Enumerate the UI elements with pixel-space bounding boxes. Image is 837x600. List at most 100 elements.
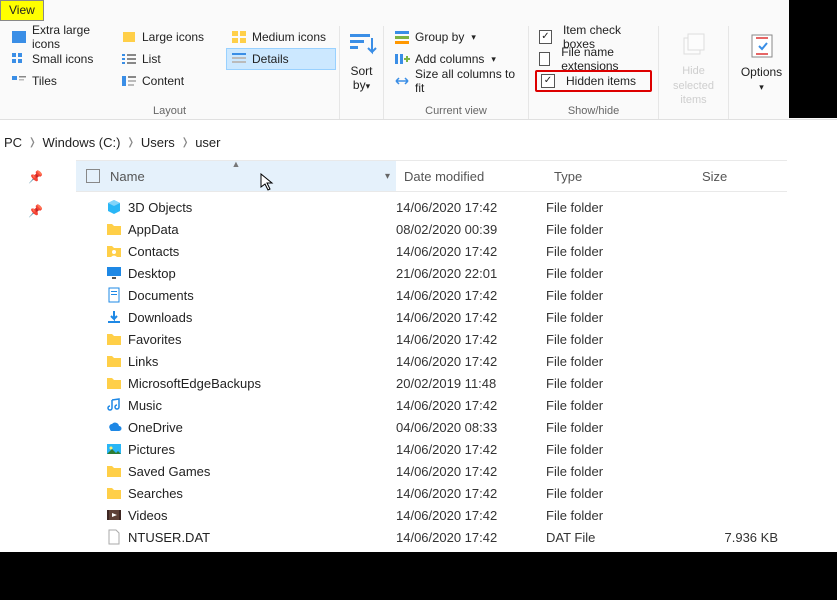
file-date: 14/06/2020 17:42 [396,288,546,303]
table-row[interactable]: Documents14/06/2020 17:42File folder [76,284,787,306]
table-row[interactable]: MicrosoftEdgeBackups20/02/2019 11:48File… [76,372,787,394]
layout-ct[interactable]: Content [116,70,226,92]
table-row[interactable]: AppData08/02/2020 00:39File folder [76,218,787,240]
file-date: 14/06/2020 17:42 [396,464,546,479]
pin-icon[interactable]: 📌 [28,204,43,218]
layout-dt[interactable]: Details [226,48,336,70]
layout-sm[interactable]: Small icons [6,48,116,70]
hide-selected-button: Hide selected items [659,26,729,119]
file-type: File folder [546,244,694,259]
table-row[interactable]: Favorites14/06/2020 17:42File folder [76,328,787,350]
table-row[interactable]: Desktop21/06/2020 22:01File folder [76,262,787,284]
options-icon [748,32,776,60]
pin-icon[interactable]: 📌 [28,170,43,184]
file-name: Links [128,354,158,369]
table-row[interactable]: Contacts 14/06/2020 17:42File folder [76,240,787,262]
file-list-area: Name ▲ ▾ Date modified Type Size 3D Obje… [76,160,787,548]
layout-sm-icon [11,52,27,66]
breadcrumb-item[interactable]: Windows (C:) [42,135,120,150]
ribbon-group-showhide: ✓ Item check boxes File name extensions … [529,26,659,119]
file-name: Videos [128,508,168,523]
size-all-icon [394,74,410,88]
ribbon-group-sort: Sort by▾ [340,26,384,119]
file-type: File folder [546,420,694,435]
layout-md[interactable]: Medium icons [226,26,336,48]
table-row[interactable]: Links14/06/2020 17:42File folder [76,350,787,372]
quick-access-pins: 📌 📌 [28,170,43,218]
table-row[interactable]: Music14/06/2020 17:42File folder [76,394,787,416]
file-date: 08/02/2020 00:39 [396,222,546,237]
breadcrumb-item[interactable]: PC [4,135,22,150]
layout-lg[interactable]: Large icons [116,26,226,48]
add-columns-icon [394,52,410,66]
select-all-checkbox[interactable] [86,169,100,183]
size-all-button[interactable]: Size all columns to fit [390,70,522,92]
chevron-right-icon[interactable]: ❭ [28,137,36,148]
column-header-name[interactable]: Name ▲ ▾ [76,161,396,191]
chevron-down-icon[interactable]: ▾ [385,171,390,182]
layout-ls[interactable]: List [116,48,226,70]
file-icon [106,375,122,391]
ribbon-group-layout: Extra large iconsLarge iconsMedium icons… [0,26,340,119]
file-name: NTUSER.DAT [128,530,210,545]
file-name: Documents [128,288,194,303]
file-type: File folder [546,332,694,347]
table-row[interactable]: Videos14/06/2020 17:42File folder [76,504,787,526]
column-header-size[interactable]: Size [694,161,784,191]
file-icon [106,309,122,325]
file-type: File folder [546,398,694,413]
file-icon [106,265,122,281]
layout-lg-icon [121,30,137,44]
column-header-date[interactable]: Date modified [396,161,546,191]
table-row[interactable]: Downloads14/06/2020 17:42File folder [76,306,787,328]
ribbon-group-label-layout: Layout [6,103,333,117]
file-name: 3D Objects [128,200,192,215]
file-name: AppData [128,222,179,237]
table-row[interactable]: Pictures14/06/2020 17:42File folder [76,438,787,460]
file-icon [106,199,122,215]
chevron-right-icon[interactable]: ❭ [126,137,134,148]
layout-tl[interactable]: Tiles [6,70,116,92]
table-row[interactable]: NTUSER.DAT14/06/2020 17:42DAT File7.936 … [76,526,787,548]
table-row[interactable]: 3D Objects14/06/2020 17:42File folder [76,196,787,218]
table-row[interactable]: Searches14/06/2020 17:42File folder [76,482,787,504]
ribbon-tab-view[interactable]: View [0,0,44,21]
table-row[interactable]: Saved Games14/06/2020 17:42File folder [76,460,787,482]
file-name: Searches [128,486,183,501]
layout-md-icon [231,30,247,44]
file-icon [106,397,122,413]
file-date: 14/06/2020 17:42 [396,244,546,259]
file-date: 14/06/2020 17:42 [396,332,546,347]
file-icon [106,287,122,303]
column-header-type[interactable]: Type [546,161,694,191]
group-by-button[interactable]: Group by▾ [390,26,522,48]
layout-ct-icon [121,74,137,88]
black-edge-right [789,0,837,118]
hide-selected-icon [680,32,708,60]
file-date: 20/02/2019 11:48 [396,376,546,391]
file-type: File folder [546,310,694,325]
options-button[interactable]: Options▾ [729,26,794,119]
sort-icon [346,30,378,62]
file-name: MicrosoftEdgeBackups [128,376,261,391]
ribbon: Extra large iconsLarge iconsMedium icons… [0,0,837,120]
file-name-extensions-toggle[interactable]: File name extensions [535,48,652,70]
layout-xl[interactable]: Extra large icons [6,26,116,48]
table-row[interactable]: OneDrive04/06/2020 08:33File folder [76,416,787,438]
file-name: Contacts [128,244,179,259]
layout-dt-icon [231,52,247,66]
checkbox-checked-icon: ✓ [541,74,555,88]
hidden-items-toggle[interactable]: ✓ Hidden items [535,70,652,92]
breadcrumb[interactable]: PC ❭ Windows (C:) ❭ Users ❭ user [4,128,787,156]
chevron-right-icon[interactable]: ❭ [181,137,189,148]
breadcrumb-item[interactable]: user [195,135,220,150]
file-icon [106,243,122,259]
sort-asc-icon: ▲ [232,159,241,169]
file-date: 04/06/2020 08:33 [396,420,546,435]
breadcrumb-item[interactable]: Users [141,135,175,150]
ribbon-group-label-showhide: Show/hide [535,103,652,117]
file-type: File folder [546,508,694,523]
sort-by-button[interactable]: Sort by▾ [346,26,378,92]
file-icon [106,353,122,369]
file-date: 14/06/2020 17:42 [396,398,546,413]
